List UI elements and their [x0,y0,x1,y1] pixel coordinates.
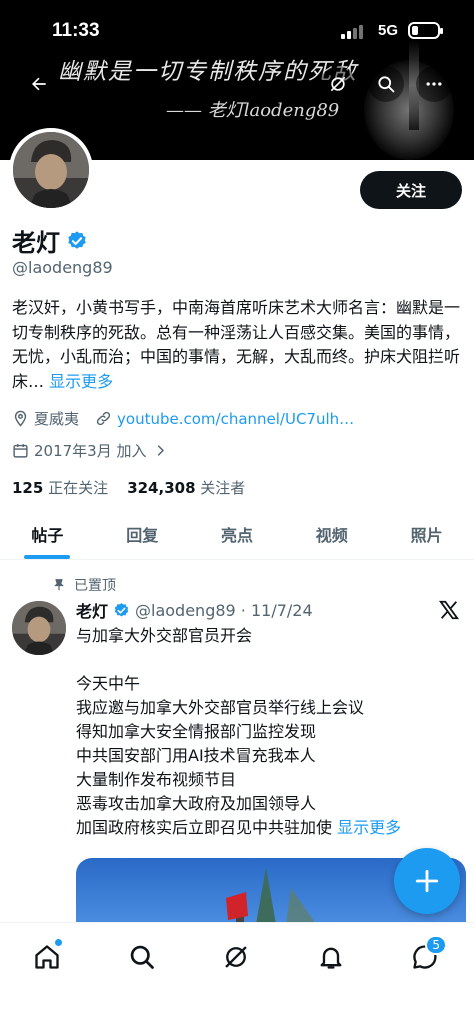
back-arrow-icon [32,77,46,91]
battery-icon [408,22,443,39]
post-handle-date: @laodeng89 · 11/7/24 [135,600,313,620]
banner-signature: —— 老灯laodeng89 [166,100,340,121]
bottom-navigation: 5 [0,922,474,1024]
avatar-photo-icon [12,601,66,655]
pinned-label: 已置顶 [74,578,116,594]
profile-name-row: 老灯 [12,223,88,258]
nav-grok[interactable] [216,937,256,977]
grok-icon [225,946,247,968]
profile-bio: 老汉奸，小黄书写手，中南海首席听床艺术大师名言：幽默是一切专制秩序的死敌。总有一… [12,296,468,394]
post-author-avatar[interactable] [12,601,66,655]
post-header: 老灯 @laodeng89 · 11/7/24 [76,598,313,622]
home-notification-dot [55,939,62,946]
post-line-last: 加国政府核实后立即召见中共驻加使 显示更多 [76,816,468,840]
post-line: 我应邀与加拿大外交部官员举行线上会议 [76,698,365,717]
pin-icon [54,579,64,591]
following-label: 正在关注 [48,479,109,497]
back-button[interactable] [21,66,57,102]
plus-icon [415,869,439,893]
compose-post-button[interactable] [394,848,460,914]
followers-label: 关注者 [200,479,246,497]
post-line: 中共国安部门用AI技术冒充我本人 [76,746,316,765]
search-button[interactable] [368,66,404,102]
profile-location: 夏威夷 [34,410,80,428]
messages-badge: 5 [425,935,447,955]
profile-handle: @laodeng89 [12,258,113,277]
bell-icon [320,947,342,969]
network-type: 5G [378,22,399,39]
post-line: 与加拿大外交部官员开会 [76,626,253,645]
grok-button[interactable] [320,66,356,102]
status-time: 11:33 [52,20,100,41]
profile-website-link[interactable]: youtube.com/channel/UC7ulh… [117,410,354,428]
verified-badge-icon [114,602,129,617]
nav-search[interactable] [122,937,162,977]
banner-quote: 幽默是一切专制秩序的死敌 [58,59,358,85]
x-logo-icon[interactable] [438,599,460,621]
following-link[interactable]: 125 正在关注 [12,479,108,497]
profile-meta-location-website: 夏威夷 youtube.com/channel/UC7ulh… [12,408,354,429]
nav-messages[interactable]: 5 [405,935,447,977]
avatar-photo-icon [13,132,89,208]
more-horizontal-icon [426,82,442,86]
following-count: 125 [12,479,44,497]
profile-tabs: 帖子 回复 亮点 视频 照片 [0,508,474,560]
profile-joined-date: 2017年3月 加入 [34,442,147,460]
followers-count: 324,308 [127,479,196,497]
grok-icon [330,76,346,92]
post-line: 今天中午 [76,674,141,693]
cellular-signal-icon [341,25,367,39]
search-icon [130,945,154,969]
tab-replies[interactable]: 回复 [95,508,190,559]
verified-badge-icon[interactable] [66,230,88,252]
post-line: 加国政府核实后立即召见中共驻加使 [76,818,333,837]
status-bar: 11:33 5G [0,0,474,56]
tab-photos[interactable]: 照片 [379,508,474,559]
calendar-icon [13,444,28,458]
link-icon [96,411,111,426]
nav-home[interactable] [27,937,67,977]
follow-counts: 125 正在关注 324,308 关注者 [12,477,245,498]
post-line-gap [76,648,468,672]
tab-videos[interactable]: 视频 [284,508,379,559]
more-options-button[interactable] [416,66,452,102]
post-author-name[interactable]: 老灯 [76,598,108,622]
tab-posts[interactable]: 帖子 [0,508,95,559]
post-line: 恶毒攻击加拿大政府及加国领导人 [76,794,317,813]
follow-button[interactable]: 关注 [360,171,462,209]
bio-show-more-link[interactable]: 显示更多 [49,372,113,391]
home-icon [35,945,59,969]
profile-joined-row[interactable]: 2017年3月 加入 [12,440,168,461]
profile-avatar[interactable] [9,128,93,212]
profile-name: 老灯 [12,229,60,257]
chevron-right-icon [157,445,164,456]
location-pin-icon [14,410,27,427]
tab-highlights[interactable]: 亮点 [190,508,285,559]
post-show-more-link[interactable]: 显示更多 [337,818,401,837]
nav-notifications[interactable] [311,937,351,977]
followers-link[interactable]: 324,308 关注者 [127,479,245,497]
pinned-indicator: 已置顶 [52,575,116,595]
post-line: 大量制作发布视频节目 [76,770,237,789]
post-body[interactable]: 与加拿大外交部官员开会 今天中午 我应邀与加拿大外交部官员举行线上会议 得知加拿… [76,624,468,840]
post-line: 得知加拿大安全情报部门监控发现 [76,722,317,741]
search-icon [378,76,395,93]
